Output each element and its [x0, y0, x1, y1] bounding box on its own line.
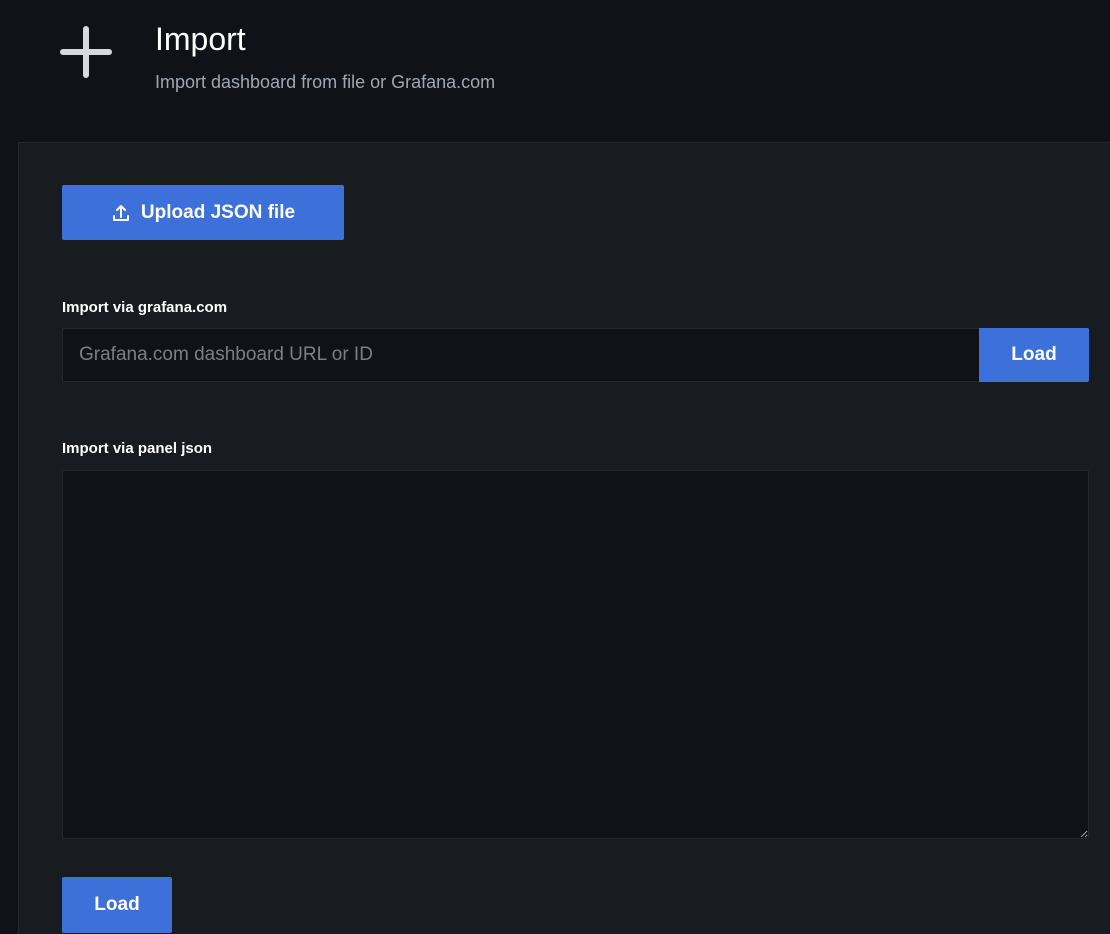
plus-icon [60, 26, 112, 78]
import-page: Import Import dashboard from file or Gra… [0, 0, 1110, 934]
page-subtitle: Import dashboard from file or Grafana.co… [155, 72, 496, 92]
load-panel-json-button[interactable]: Load [62, 877, 172, 933]
grafana-import-label: Import via grafana.com [62, 299, 228, 316]
upload-json-file-button[interactable]: Upload JSON file [62, 185, 344, 240]
grafana-url-input[interactable] [62, 328, 979, 382]
page-title: Import [155, 21, 246, 57]
upload-json-file-label: Upload JSON file [140, 201, 296, 223]
load-grafana-button[interactable]: Load [979, 328, 1089, 382]
page-header: Import Import dashboard from file or Gra… [0, 0, 1110, 142]
panel-json-label: Import via panel json [62, 440, 213, 457]
panel-json-textarea[interactable] [62, 470, 1089, 839]
upload-icon [112, 204, 129, 221]
import-content-panel: Upload JSON file Import via grafana.com … [18, 142, 1110, 934]
